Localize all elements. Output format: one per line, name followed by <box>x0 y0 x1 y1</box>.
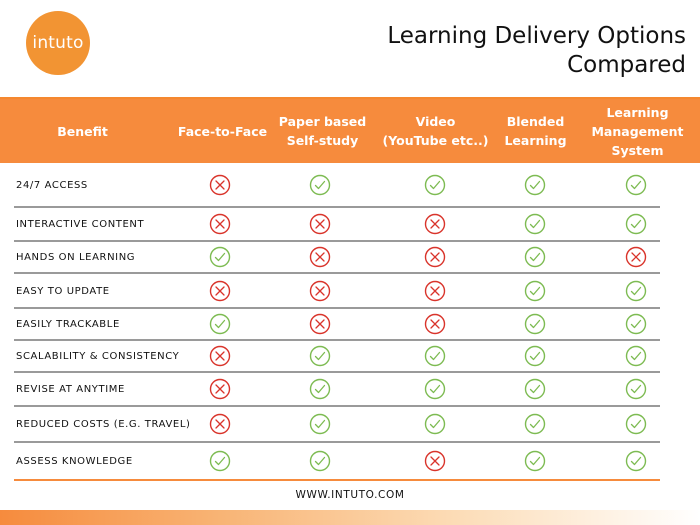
column-header-face-to-face: Face-to-Face <box>170 99 275 163</box>
cross-circle-icon <box>424 280 446 301</box>
cross-circle-icon <box>209 413 231 435</box>
check-circle-icon <box>309 345 331 367</box>
check-circle-icon <box>309 413 331 435</box>
cross-circle-icon <box>209 345 231 367</box>
column-header-blended: Blended Learning <box>488 99 583 163</box>
check-circle-icon <box>524 378 546 400</box>
check-circle-icon <box>309 174 331 195</box>
intuto-logo: intuto <box>26 11 90 75</box>
cross-circle-icon <box>424 313 446 335</box>
check-circle-icon <box>524 280 546 301</box>
cross-circle-icon <box>209 174 231 195</box>
benefit-label: INTERACTIVE CONTENT <box>16 219 145 230</box>
benefit-label: SCALABILITY & CONSISTENCY <box>16 351 180 362</box>
benefit-label: 24/7 ACCESS <box>16 179 88 191</box>
check-circle-icon <box>424 174 446 195</box>
cross-circle-icon <box>625 246 647 268</box>
check-circle-icon <box>625 378 647 400</box>
check-circle-icon <box>309 378 331 400</box>
benefit-label: REDUCED COSTS (E.G. TRAVEL) <box>16 419 191 430</box>
check-circle-icon <box>524 345 546 367</box>
check-circle-icon <box>524 313 546 335</box>
check-circle-icon <box>524 213 546 235</box>
table-row: ASSESS KNOWLEDGE <box>14 443 660 481</box>
column-header-paper: Paper based Self-study <box>270 99 375 163</box>
logo-text: intuto <box>32 33 84 53</box>
table-row: EASILY TRACKABLE <box>14 309 660 341</box>
cross-circle-icon <box>424 450 446 472</box>
table-header: Benefit Face-to-Face Paper based Self-st… <box>0 99 700 163</box>
column-header-label: Video (YouTube etc..) <box>382 114 489 148</box>
title-line-1: Learning Delivery Options <box>387 23 686 49</box>
check-circle-icon <box>309 450 331 472</box>
column-header-label: Paper based Self-study <box>278 114 367 148</box>
check-circle-icon <box>524 174 546 195</box>
benefit-label: EASILY TRACKABLE <box>16 319 120 330</box>
check-circle-icon <box>424 378 446 400</box>
cross-circle-icon <box>309 313 331 335</box>
check-circle-icon <box>209 450 231 472</box>
footer-website: WWW.INTUTO.COM <box>295 489 405 501</box>
table-row: REDUCED COSTS (E.G. TRAVEL) <box>14 407 660 443</box>
cross-circle-icon <box>424 246 446 268</box>
cross-circle-icon <box>309 246 331 268</box>
check-circle-icon <box>625 345 647 367</box>
table-row: HANDS ON LEARNING <box>14 242 660 274</box>
cross-circle-icon <box>424 213 446 235</box>
column-header-lms: Learning Management System <box>580 99 695 163</box>
check-circle-icon <box>209 313 231 335</box>
cross-circle-icon <box>309 280 331 301</box>
check-circle-icon <box>424 345 446 367</box>
table-row: REVISE AT ANYTIME <box>14 373 660 407</box>
column-header-label: Learning Management System <box>591 104 684 158</box>
column-header-label: Benefit <box>57 123 108 139</box>
cross-circle-icon <box>309 213 331 235</box>
check-circle-icon <box>625 413 647 435</box>
column-header-video: Video (YouTube etc..) <box>378 99 493 163</box>
check-circle-icon <box>625 450 647 472</box>
check-circle-icon <box>209 246 231 268</box>
table-row: 24/7 ACCESS <box>14 163 660 208</box>
table-row: INTERACTIVE CONTENT <box>14 208 660 242</box>
cross-circle-icon <box>209 280 231 301</box>
check-circle-icon <box>524 413 546 435</box>
check-circle-icon <box>625 213 647 235</box>
check-circle-icon <box>424 413 446 435</box>
table-row: SCALABILITY & CONSISTENCY <box>14 341 660 373</box>
check-circle-icon <box>524 450 546 472</box>
title-line-2: Compared <box>567 52 686 78</box>
check-circle-icon <box>524 246 546 268</box>
check-circle-icon <box>625 280 647 301</box>
check-circle-icon <box>625 174 647 195</box>
benefit-label: REVISE AT ANYTIME <box>16 384 125 395</box>
table-row: EASY TO UPDATE <box>14 274 660 309</box>
footer-gradient-bar <box>0 510 700 525</box>
column-header-benefit: Benefit <box>30 99 135 163</box>
table-bottom-divider <box>14 479 660 481</box>
column-header-label: Face-to-Face <box>177 123 268 139</box>
check-circle-icon <box>625 313 647 335</box>
benefit-label: EASY TO UPDATE <box>16 285 110 297</box>
benefit-label: ASSESS KNOWLEDGE <box>16 456 133 467</box>
page-title: Learning Delivery Options Compared <box>387 22 686 80</box>
cross-circle-icon <box>209 213 231 235</box>
benefit-label: HANDS ON LEARNING <box>16 252 136 263</box>
column-header-label: Blended Learning <box>504 114 567 148</box>
cross-circle-icon <box>209 378 231 400</box>
